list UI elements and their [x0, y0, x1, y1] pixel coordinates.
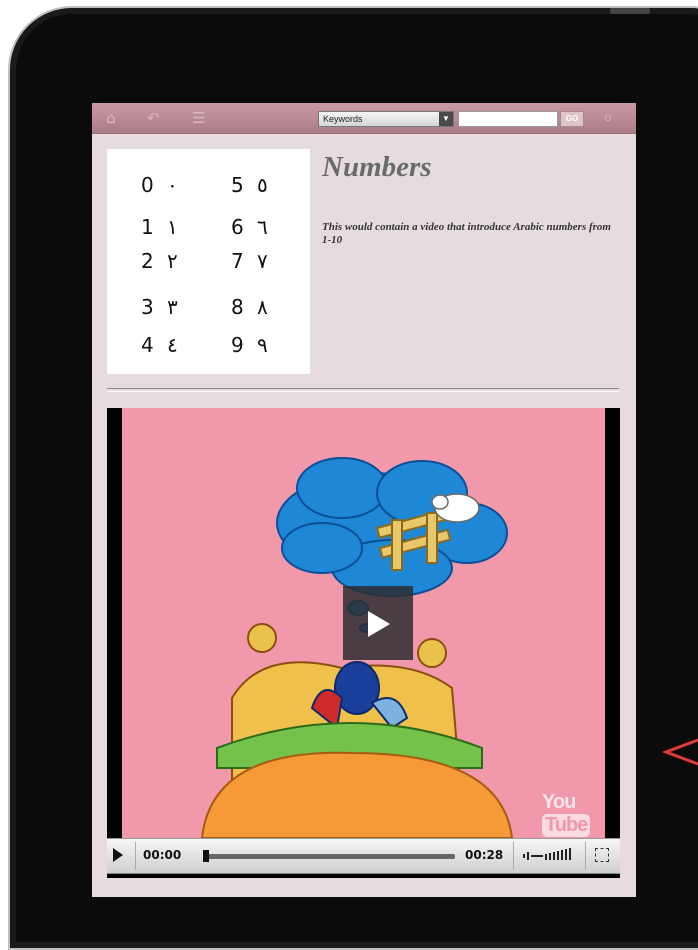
separator [513, 842, 514, 870]
number-row: 2 ٢ 7 ٧ [107, 243, 310, 279]
play-overlay-button[interactable] [343, 586, 413, 660]
video-controls: 00:00 00:28 [107, 838, 620, 874]
latin-digit: 3 [141, 295, 154, 319]
arabic-digit: ٧ [257, 249, 268, 273]
latin-digit: 1 [141, 215, 154, 239]
help-icon[interactable]: ○ [600, 109, 616, 125]
play-icon [368, 611, 390, 637]
chevron-down-icon: ▼ [439, 112, 453, 126]
latin-digit: 6 [231, 215, 244, 239]
separator [135, 842, 136, 870]
number-row: 1 ١ 6 ٦ [107, 209, 310, 245]
keyword-select-value: Keywords [323, 114, 363, 124]
arabic-digit: ٣ [167, 295, 178, 319]
number-row: 4 ٤ 9 ٩ [107, 327, 310, 363]
arabic-digit: ٨ [257, 295, 268, 319]
duration: 00:28 [465, 848, 504, 862]
separator [585, 842, 586, 870]
page-title: Numbers [322, 151, 432, 183]
latin-digit: 5 [231, 173, 244, 197]
arabic-digit: ١ [167, 215, 178, 239]
arabic-digit: ٩ [257, 333, 268, 357]
toolbar: ⌂ ↶ ☰ Keywords ▼ GO ○ [92, 103, 636, 134]
go-button[interactable]: GO [560, 111, 584, 127]
youtube-logo-you: You [542, 791, 576, 813]
keyword-select[interactable]: Keywords ▼ [318, 111, 454, 127]
arabic-digit: ٥ [257, 173, 268, 197]
youtube-logo[interactable]: YouTube [542, 791, 605, 837]
video-frame[interactable]: YouTube [122, 408, 605, 838]
numbers-image: 0 ٠ 5 ٥ 1 ١ 6 ٦ 2 ٢ 7 ٧ 3 ٣ 8 ٨ 4 ٤ 9 ٩ [107, 149, 310, 374]
latin-digit: 0 [141, 173, 154, 197]
seek-bar[interactable] [203, 850, 455, 862]
latin-digit: 8 [231, 295, 244, 319]
current-time: 00:00 [143, 848, 182, 862]
device-power-button [610, 8, 650, 14]
page-description: This would contain a video that introduc… [322, 221, 611, 246]
latin-digit: 9 [231, 333, 244, 357]
search-input[interactable] [458, 111, 558, 127]
seek-handle[interactable] [203, 850, 209, 862]
arabic-digit: ٢ [167, 249, 178, 273]
video-player[interactable]: YouTube 00:00 00:28 [107, 408, 620, 878]
arabic-digit: ٠ [167, 173, 178, 197]
youtube-logo-tube: Tube [542, 814, 591, 837]
fullscreen-icon[interactable] [595, 848, 609, 862]
back-icon[interactable]: ↶ [144, 109, 162, 127]
number-row: 3 ٣ 8 ٨ [107, 289, 310, 325]
volume-icon[interactable] [523, 848, 575, 864]
divider [107, 388, 619, 392]
list-icon[interactable]: ☰ [190, 109, 208, 127]
app-screen: ⌂ ↶ ☰ Keywords ▼ GO ○ 0 ٠ 5 ٥ 1 ١ 6 ٦ 2 … [92, 103, 636, 897]
play-icon[interactable] [113, 848, 123, 862]
latin-digit: 7 [231, 249, 244, 273]
arabic-digit: ٦ [257, 215, 268, 239]
latin-digit: 2 [141, 249, 154, 273]
arabic-digit: ٤ [167, 333, 178, 357]
home-icon[interactable]: ⌂ [102, 109, 120, 127]
number-row: 0 ٠ 5 ٥ [107, 167, 310, 203]
red-arrow-annotation [662, 738, 698, 766]
latin-digit: 4 [141, 333, 154, 357]
